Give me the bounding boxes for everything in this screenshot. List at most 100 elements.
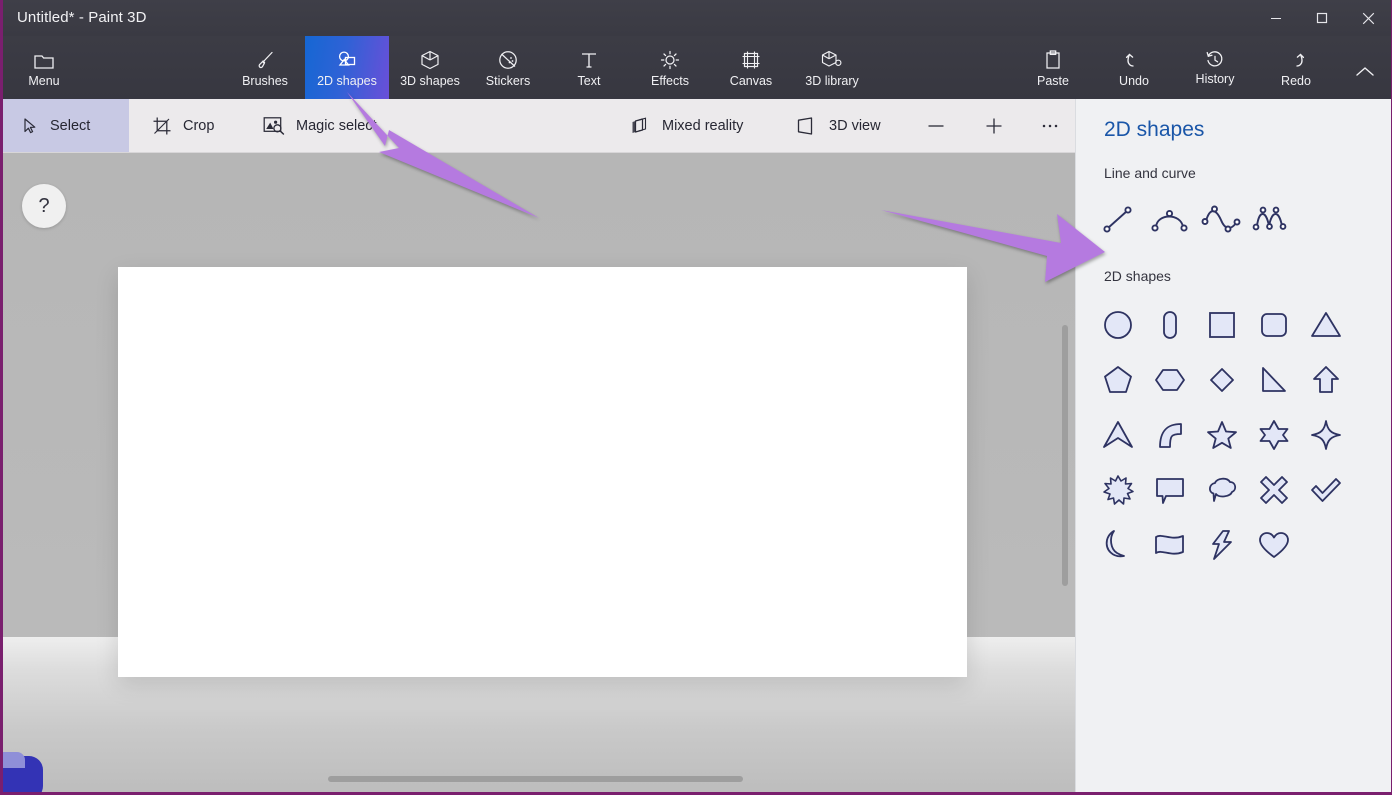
mixed-reality-icon — [629, 116, 651, 136]
ribbon-collapse-button[interactable] — [1341, 36, 1389, 99]
command-3d-view-label: 3D view — [829, 117, 881, 134]
ribbon-redo-label: Redo — [1281, 74, 1311, 88]
ribbon-tab-2d-shapes[interactable]: 2D shapes — [305, 36, 389, 99]
command-crop-label: Crop — [183, 117, 215, 134]
line-and-curve-grid — [1092, 193, 1300, 245]
five-point-star-shape-button[interactable] — [1196, 409, 1248, 461]
curve-one-bend-shape-button[interactable] — [1144, 193, 1196, 245]
drawing-canvas[interactable] — [118, 267, 967, 677]
ribbon-tab-canvas[interactable]: Canvas — [717, 36, 785, 99]
speech-bubble-shape-button[interactable] — [1144, 464, 1196, 516]
command-magic-select-label: Magic select — [296, 117, 377, 134]
empty-cell — [1300, 519, 1352, 571]
close-button[interactable] — [1345, 0, 1391, 36]
taskbar-peek-element — [3, 752, 43, 792]
ribbon-tab-stickers-label: Stickers — [485, 74, 531, 88]
canvas-stage[interactable]: ? — [3, 153, 1079, 792]
ribbon-paste-label: Paste — [1037, 74, 1069, 88]
oval-shape-button[interactable] — [1144, 299, 1196, 351]
curve-three-bend-shape-button[interactable] — [1248, 193, 1300, 245]
ribbon-history-button[interactable]: History — [1175, 36, 1255, 99]
effects-icon — [659, 47, 681, 71]
curve-two-bend-shape-button[interactable] — [1196, 193, 1248, 245]
command-mixed-reality[interactable]: Mixed reality — [615, 99, 757, 152]
starburst-shape-button[interactable] — [1092, 464, 1144, 516]
canvas-icon — [740, 47, 762, 71]
ribbon-tab-effects[interactable]: Effects — [636, 36, 704, 99]
command-select[interactable]: Select — [3, 99, 129, 152]
horizontal-scrollbar[interactable] — [328, 776, 743, 782]
ribbon-tab-3d-library-label: 3D library — [805, 74, 859, 88]
command-bar: Select Crop Magic select Mixed reality 3 — [3, 99, 1079, 153]
shapes-panel: 2D shapes Line and curve 2D shapes — [1075, 99, 1391, 792]
command-3d-view[interactable]: 3D view — [782, 99, 895, 152]
ribbon-paste-button[interactable]: Paste — [1019, 36, 1087, 99]
folder-icon — [33, 47, 55, 71]
section-label-2d-shapes: 2D shapes — [1104, 268, 1171, 284]
magic-select-icon — [263, 116, 285, 135]
more-options-button[interactable] — [1027, 99, 1073, 152]
ribbon-menu-button[interactable]: Menu — [11, 36, 77, 99]
section-label-line-and-curve: Line and curve — [1104, 165, 1196, 181]
six-point-star-shape-button[interactable] — [1248, 409, 1300, 461]
quarter-pie-shape-button[interactable] — [1144, 409, 1196, 461]
zoom-out-button[interactable] — [913, 99, 959, 152]
diamond-shape-button[interactable] — [1196, 354, 1248, 406]
command-mixed-reality-label: Mixed reality — [662, 117, 744, 134]
ribbon-tab-text-label: Text — [577, 74, 601, 88]
ribbon-history-label: History — [1195, 72, 1235, 86]
triangle-shape-button[interactable] — [1300, 299, 1352, 351]
rounded-square-shape-button[interactable] — [1248, 299, 1300, 351]
command-crop[interactable]: Crop — [138, 99, 228, 152]
ribbon-tab-3d-shapes-label: 3D shapes — [400, 74, 460, 88]
paint3d-window: Untitled* - Paint 3D Menu Brushes 2D sha… — [0, 0, 1392, 795]
pentagon-shape-button[interactable] — [1092, 354, 1144, 406]
arrow-up-shape-button[interactable] — [1300, 354, 1352, 406]
cursor-icon — [21, 117, 39, 135]
3d-shapes-icon — [419, 47, 441, 71]
checkmark-shape-button[interactable] — [1300, 464, 1352, 516]
ribbon-undo-button[interactable]: Undo — [1101, 36, 1167, 99]
window-controls — [1253, 0, 1391, 36]
ribbon-tab-3d-library[interactable]: 3D library — [789, 36, 875, 99]
2d-shapes-icon — [335, 47, 359, 71]
help-button[interactable]: ? — [22, 184, 66, 228]
command-select-label: Select — [50, 117, 91, 134]
moon-shape-button[interactable] — [1092, 519, 1144, 571]
text-icon — [578, 47, 600, 71]
ribbon-tab-stickers[interactable]: Stickers — [471, 36, 545, 99]
ribbon-tab-brushes[interactable]: Brushes — [225, 36, 305, 99]
ribbon-tab-2d-shapes-label: 2D shapes — [317, 74, 377, 88]
command-magic-select[interactable]: Magic select — [249, 99, 391, 152]
banner-shape-button[interactable] — [1144, 519, 1196, 571]
vertical-scrollbar[interactable] — [1062, 325, 1068, 586]
lightning-bolt-shape-button[interactable] — [1196, 519, 1248, 571]
circle-shape-button[interactable] — [1092, 299, 1144, 351]
minimize-button[interactable] — [1253, 0, 1299, 36]
undo-icon — [1123, 47, 1145, 71]
brush-icon — [254, 47, 276, 71]
ribbon-tab-text[interactable]: Text — [559, 36, 619, 99]
four-point-star-shape-button[interactable] — [1300, 409, 1352, 461]
3d-library-icon — [820, 47, 844, 71]
window-title: Untitled* - Paint 3D — [17, 9, 147, 26]
crop-icon — [152, 116, 172, 136]
ribbon-bar: Menu Brushes 2D shapes 3D shapes Sticker… — [3, 36, 1391, 99]
right-triangle-shape-button[interactable] — [1248, 354, 1300, 406]
redo-icon — [1285, 47, 1307, 71]
maximize-button[interactable] — [1299, 0, 1345, 36]
heart-shape-button[interactable] — [1248, 519, 1300, 571]
ribbon-tab-effects-label: Effects — [651, 74, 689, 88]
hexagon-shape-button[interactable] — [1144, 354, 1196, 406]
thought-bubble-shape-button[interactable] — [1196, 464, 1248, 516]
zoom-in-button[interactable] — [971, 99, 1017, 152]
ribbon-tab-3d-shapes[interactable]: 3D shapes — [389, 36, 471, 99]
ribbon-menu-label: Menu — [28, 74, 60, 88]
ribbon-redo-button[interactable]: Redo — [1263, 36, 1329, 99]
square-shape-button[interactable] — [1196, 299, 1248, 351]
chevron-up-shape-button[interactable] — [1092, 409, 1144, 461]
cross-x-shape-button[interactable] — [1248, 464, 1300, 516]
3d-view-icon — [796, 116, 818, 135]
chevron-up-icon — [1353, 56, 1377, 80]
line-shape-button[interactable] — [1092, 193, 1144, 245]
